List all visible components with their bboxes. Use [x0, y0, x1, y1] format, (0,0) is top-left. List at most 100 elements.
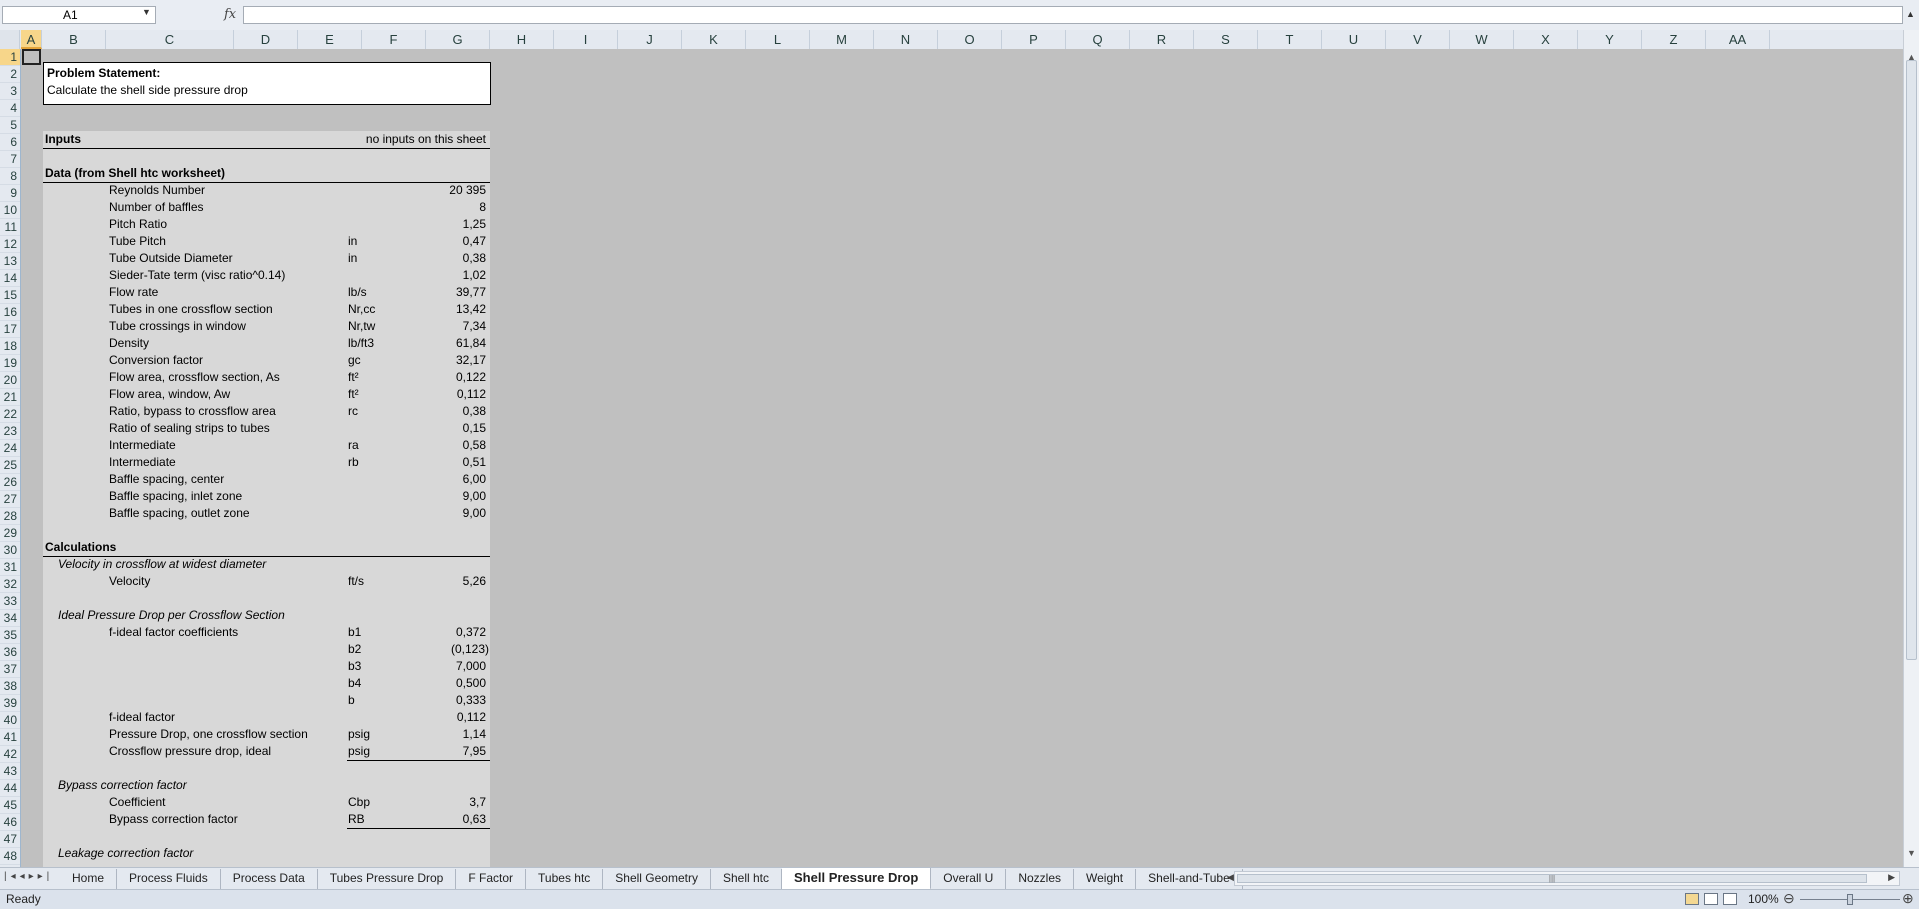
column-header-aa[interactable]: AA [1706, 30, 1770, 49]
column-header-j[interactable]: J [618, 30, 682, 49]
row-header-46[interactable]: 46 [0, 814, 20, 831]
row-header-47[interactable]: 47 [0, 831, 20, 848]
zoom-in-icon[interactable]: ⊕ [1902, 890, 1914, 907]
name-box-dropdown-icon[interactable]: ▼ [142, 7, 151, 17]
data-row[interactable]: Density lb/ft3 61,84 [43, 335, 490, 352]
expand-formula-bar-icon[interactable]: ▲ [1906, 9, 1915, 19]
sheet-tab-f-factor[interactable]: F Factor [456, 869, 527, 889]
row-header-5[interactable]: 5 [0, 117, 20, 134]
column-header-t[interactable]: T [1258, 30, 1322, 49]
row-header-48[interactable]: 48 [0, 848, 20, 865]
select-all-corner[interactable] [0, 30, 20, 49]
sheet-tab-shell-htc[interactable]: Shell htc [711, 869, 783, 889]
row-header-41[interactable]: 41 [0, 729, 20, 746]
sheet-tab-process-data[interactable]: Process Data [221, 869, 318, 889]
data-row[interactable]: Conversion factor gc 32,17 [43, 352, 490, 369]
coeff-row-b[interactable]: b 0,333 [43, 692, 490, 709]
velocity-subheader[interactable]: Velocity in crossflow at widest diameter [43, 556, 490, 573]
zoom-slider-thumb[interactable] [1847, 894, 1853, 905]
name-box[interactable]: A1 [2, 6, 156, 24]
column-header-r[interactable]: R [1130, 30, 1194, 49]
data-row[interactable]: Pitch Ratio 1,25 [43, 216, 490, 233]
data-row[interactable]: Flow area, crossflow section, As ft² 0,122 [43, 369, 490, 386]
normal-view-icon[interactable] [1685, 893, 1699, 905]
row-header-8[interactable]: 8 [0, 168, 20, 185]
row-header-12[interactable]: 12 [0, 236, 20, 253]
row-header-43[interactable]: 43 [0, 763, 20, 780]
coeff-row-b4[interactable]: b4 0,500 [43, 675, 490, 692]
data-row[interactable]: Tube Pitch in 0,47 [43, 233, 490, 250]
row-header-14[interactable]: 14 [0, 270, 20, 287]
velocity-row[interactable]: Velocity ft/s 5,26 [43, 573, 490, 590]
row-header-25[interactable]: 25 [0, 457, 20, 474]
column-header-q[interactable]: Q [1066, 30, 1130, 49]
data-row[interactable]: Baffle spacing, outlet zone 9,00 [43, 505, 490, 522]
insert-function-icon[interactable]: fx [224, 7, 236, 22]
row-header-34[interactable]: 34 [0, 610, 20, 627]
row-header-11[interactable]: 11 [0, 219, 20, 236]
column-header-l[interactable]: L [746, 30, 810, 49]
scroll-right-icon[interactable]: ▶ [1888, 872, 1895, 883]
data-row[interactable]: Sieder-Tate term (visc ratio^0.14) 1,02 [43, 267, 490, 284]
row-header-10[interactable]: 10 [0, 202, 20, 219]
column-header-b[interactable]: B [42, 30, 106, 49]
worksheet-grid[interactable]: Problem Statement: Calculate the shell s… [21, 49, 1903, 867]
leakage-subheader[interactable]: Leakage correction factor [43, 845, 490, 862]
data-row[interactable]: Flow rate lb/s 39,77 [43, 284, 490, 301]
row-header-3[interactable]: 3 [0, 83, 20, 100]
vertical-scroll-thumb[interactable] [1906, 60, 1917, 660]
row-header-7[interactable]: 7 [0, 151, 20, 168]
column-header-w[interactable]: W [1450, 30, 1514, 49]
coefficient-row[interactable]: Coefficient Cbp 3,7 [43, 794, 490, 811]
scroll-down-icon[interactable]: ▼ [1907, 848, 1916, 858]
horizontal-scrollbar[interactable]: ◀ ||| ▶ [1227, 871, 1900, 886]
row-header-44[interactable]: 44 [0, 780, 20, 797]
row-header-36[interactable]: 36 [0, 644, 20, 661]
row-header-16[interactable]: 16 [0, 304, 20, 321]
data-row[interactable]: Ratio of sealing strips to tubes 0,15 [43, 420, 490, 437]
column-header-a[interactable]: A [21, 30, 42, 49]
row-header-13[interactable]: 13 [0, 253, 20, 270]
coeff-row-b3[interactable]: b3 7,000 [43, 658, 490, 675]
row-header-2[interactable]: 2 [0, 66, 20, 83]
scroll-left-icon[interactable]: ◀ [1227, 872, 1234, 883]
data-row[interactable]: Tube Outside Diameter in 0,38 [43, 250, 490, 267]
row-header-22[interactable]: 22 [0, 406, 20, 423]
row-header-30[interactable]: 30 [0, 542, 20, 559]
row-header-21[interactable]: 21 [0, 389, 20, 406]
row-header-37[interactable]: 37 [0, 661, 20, 678]
dp-one-row[interactable]: Pressure Drop, one crossflow section psi… [43, 726, 490, 743]
column-header-k[interactable]: K [682, 30, 746, 49]
vertical-scrollbar[interactable]: ▲ ▼ [1903, 30, 1919, 867]
data-row[interactable]: Intermediate ra 0,58 [43, 437, 490, 454]
inputs-row[interactable]: Inputs no inputs on this sheet [43, 131, 490, 149]
column-header-e[interactable]: E [298, 30, 362, 49]
coeff-row-b2[interactable]: b2 (0,123) [43, 641, 490, 658]
bypass-row[interactable]: Bypass correction factor RB 0,63 [43, 811, 490, 829]
row-header-28[interactable]: 28 [0, 508, 20, 525]
row-header-9[interactable]: 9 [0, 185, 20, 202]
row-header-17[interactable]: 17 [0, 321, 20, 338]
sheet-tab-shell-geometry[interactable]: Shell Geometry [603, 869, 711, 889]
column-header-s[interactable]: S [1194, 30, 1258, 49]
formula-input[interactable] [243, 6, 1903, 24]
row-header-35[interactable]: 35 [0, 627, 20, 644]
data-row[interactable]: Tube crossings in window Nr,tw 7,34 [43, 318, 490, 335]
row-header-33[interactable]: 33 [0, 593, 20, 610]
column-header-p[interactable]: P [1002, 30, 1066, 49]
column-header-v[interactable]: V [1386, 30, 1450, 49]
column-header-z[interactable]: Z [1642, 30, 1706, 49]
data-row[interactable]: Number of baffles 8 [43, 199, 490, 216]
row-header-38[interactable]: 38 [0, 678, 20, 695]
bypass-subheader[interactable]: Bypass correction factor [43, 777, 490, 794]
data-row[interactable]: Ratio, bypass to crossflow area rc 0,38 [43, 403, 490, 420]
ideal-subheader[interactable]: Ideal Pressure Drop per Crossflow Sectio… [43, 607, 490, 624]
data-row[interactable]: Tubes in one crossflow section Nr,cc 13,42 [43, 301, 490, 318]
sheet-tab-overall-u[interactable]: Overall U [931, 869, 1007, 889]
column-header-c[interactable]: C [106, 30, 234, 49]
row-header-15[interactable]: 15 [0, 287, 20, 304]
row-header-23[interactable]: 23 [0, 423, 20, 440]
data-section-header[interactable]: Data (from Shell htc worksheet) [43, 165, 490, 183]
column-header-m[interactable]: M [810, 30, 874, 49]
data-row[interactable]: Reynolds Number 20 395 [43, 182, 490, 199]
